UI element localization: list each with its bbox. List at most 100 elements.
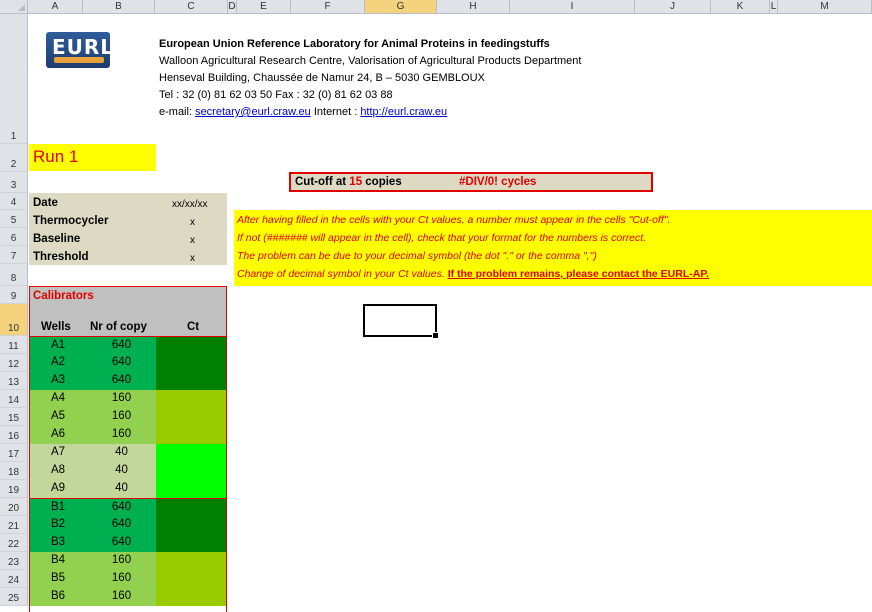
cutoff-suffix: copies [362, 176, 402, 188]
column-header-c[interactable]: C [155, 0, 228, 14]
row-header-17[interactable]: 17 [0, 444, 28, 462]
column-header-m[interactable]: M [778, 0, 872, 14]
table-row: A7 40 [29, 444, 227, 462]
meta-date-value[interactable]: xx/xx/xx [172, 199, 208, 210]
meta-baseline-value[interactable]: x [190, 235, 195, 246]
row-header-18[interactable]: 18 [0, 462, 28, 480]
note-line-4-text: Change of decimal symbol in your Ct valu… [237, 268, 445, 280]
fill-handle[interactable] [432, 332, 439, 339]
column-header-j[interactable]: J [635, 0, 711, 14]
internet-link[interactable]: http://eurl.craw.eu [360, 106, 447, 118]
meta-threshold-value[interactable]: x [190, 253, 195, 264]
ct-input-cell[interactable] [156, 444, 227, 462]
row-header-8[interactable]: 8 [0, 264, 28, 286]
ct-input-cell[interactable] [156, 480, 227, 498]
select-all-corner[interactable] [0, 0, 28, 14]
ct-input-cell[interactable] [156, 588, 227, 606]
meta-threshold-label: Threshold [33, 251, 89, 263]
row-header-22[interactable]: 22 [0, 534, 28, 552]
table-row: A9 40 [29, 480, 227, 498]
ct-input-cell[interactable] [156, 354, 227, 372]
row-header-11[interactable]: 11 [0, 336, 28, 354]
ct-input-cell[interactable] [156, 552, 227, 570]
ct-input-cell[interactable] [156, 408, 227, 426]
meta-thermocycler-value[interactable]: x [190, 217, 195, 228]
copy-count: 640 [111, 356, 132, 368]
row-header-14[interactable]: 14 [0, 390, 28, 408]
address-line: Henseval Building, Chaussée de Namur 24,… [159, 72, 485, 84]
column-header-k[interactable]: K [711, 0, 770, 14]
row-header-2[interactable]: 2 [0, 144, 28, 172]
row-header-7[interactable]: 7 [0, 246, 28, 264]
copy-count: 40 [115, 446, 128, 458]
ct-input-cell[interactable] [156, 499, 227, 517]
row-header-21[interactable]: 21 [0, 516, 28, 534]
row-header-13[interactable]: 13 [0, 372, 28, 390]
table-row: B6 160 [29, 588, 227, 606]
well-id: A7 [50, 446, 66, 458]
row-header-16[interactable]: 16 [0, 426, 28, 444]
row-header-20[interactable]: 20 [0, 498, 28, 516]
column-header-b[interactable]: B [83, 0, 155, 14]
row-header-24[interactable]: 24 [0, 570, 28, 588]
column-header-e[interactable]: E [237, 0, 291, 14]
column-header-d[interactable]: D [228, 0, 237, 14]
column-header-g[interactable]: G [365, 0, 437, 14]
table-row: B4 160 [29, 552, 227, 570]
copy-count: 160 [111, 590, 132, 602]
row-header-19[interactable]: 19 [0, 480, 28, 498]
calibrators-title: Calibrators [33, 290, 94, 302]
table-row: A2 640 [29, 354, 227, 372]
row-header-6[interactable]: 6 [0, 228, 28, 246]
copy-count: 160 [111, 410, 132, 422]
ct-input-cell[interactable] [156, 372, 227, 390]
internet-label: Internet : [310, 106, 361, 118]
row-header-12[interactable]: 12 [0, 354, 28, 372]
well-id: B5 [50, 572, 66, 584]
ct-input-cell[interactable] [156, 534, 227, 552]
row-header-15[interactable]: 15 [0, 408, 28, 426]
well-id: B6 [50, 590, 66, 602]
column-header-f[interactable]: F [291, 0, 365, 14]
table-row: A5 160 [29, 408, 227, 426]
row-header-10[interactable]: 10 [0, 304, 28, 336]
column-header-h[interactable]: H [437, 0, 510, 14]
ct-input-cell[interactable] [156, 570, 227, 588]
well-id: B2 [50, 518, 66, 530]
note-line-3: The problem can be due to your decimal s… [237, 250, 597, 262]
well-id: A4 [50, 392, 66, 404]
ct-input-cell[interactable] [156, 426, 227, 444]
row-header-9[interactable]: 9 [0, 286, 28, 304]
row-header-5[interactable]: 5 [0, 210, 28, 228]
cutoff-text: Cut-off at 15 copies [295, 176, 402, 188]
phone-line: Tel : 32 (0) 81 62 03 50 Fax : 32 (0) 81… [159, 89, 393, 101]
copy-count: 160 [111, 428, 132, 440]
note-contact-bold: If the problem remains, please contact t… [447, 268, 709, 280]
column-header-a[interactable]: A [28, 0, 83, 14]
column-header-i[interactable]: I [510, 0, 635, 14]
col-wells-header: Wells [41, 321, 71, 333]
row-header-23[interactable]: 23 [0, 552, 28, 570]
table-row: B3 640 [29, 534, 227, 552]
ct-input-cell[interactable] [156, 390, 227, 408]
contact-line: e-mail: secretary@eurl.craw.eu Internet … [159, 106, 447, 118]
copy-count: 640 [111, 339, 132, 351]
ct-input-cell[interactable] [156, 337, 227, 355]
column-header-l[interactable]: L [770, 0, 778, 14]
meta-baseline-label: Baseline [33, 233, 81, 245]
active-cell[interactable] [363, 304, 439, 339]
department-line: Walloon Agricultural Research Centre, Va… [159, 55, 582, 67]
copy-count: 40 [115, 464, 128, 476]
ct-input-cell[interactable] [156, 462, 227, 480]
row-header-1[interactable]: 1 [0, 14, 28, 144]
copy-count: 160 [111, 572, 132, 584]
email-link[interactable]: secretary@eurl.craw.eu [195, 106, 311, 118]
run-label: Run 1 [33, 147, 79, 166]
row-header-25[interactable]: 25 [0, 588, 28, 606]
ct-input-cell[interactable] [156, 516, 227, 534]
row-header-4[interactable]: 4 [0, 193, 28, 210]
run-label-cell[interactable]: Run 1 [29, 144, 156, 171]
copy-count: 640 [111, 518, 132, 530]
row-header-3[interactable]: 3 [0, 172, 28, 193]
well-id: A9 [50, 482, 66, 494]
